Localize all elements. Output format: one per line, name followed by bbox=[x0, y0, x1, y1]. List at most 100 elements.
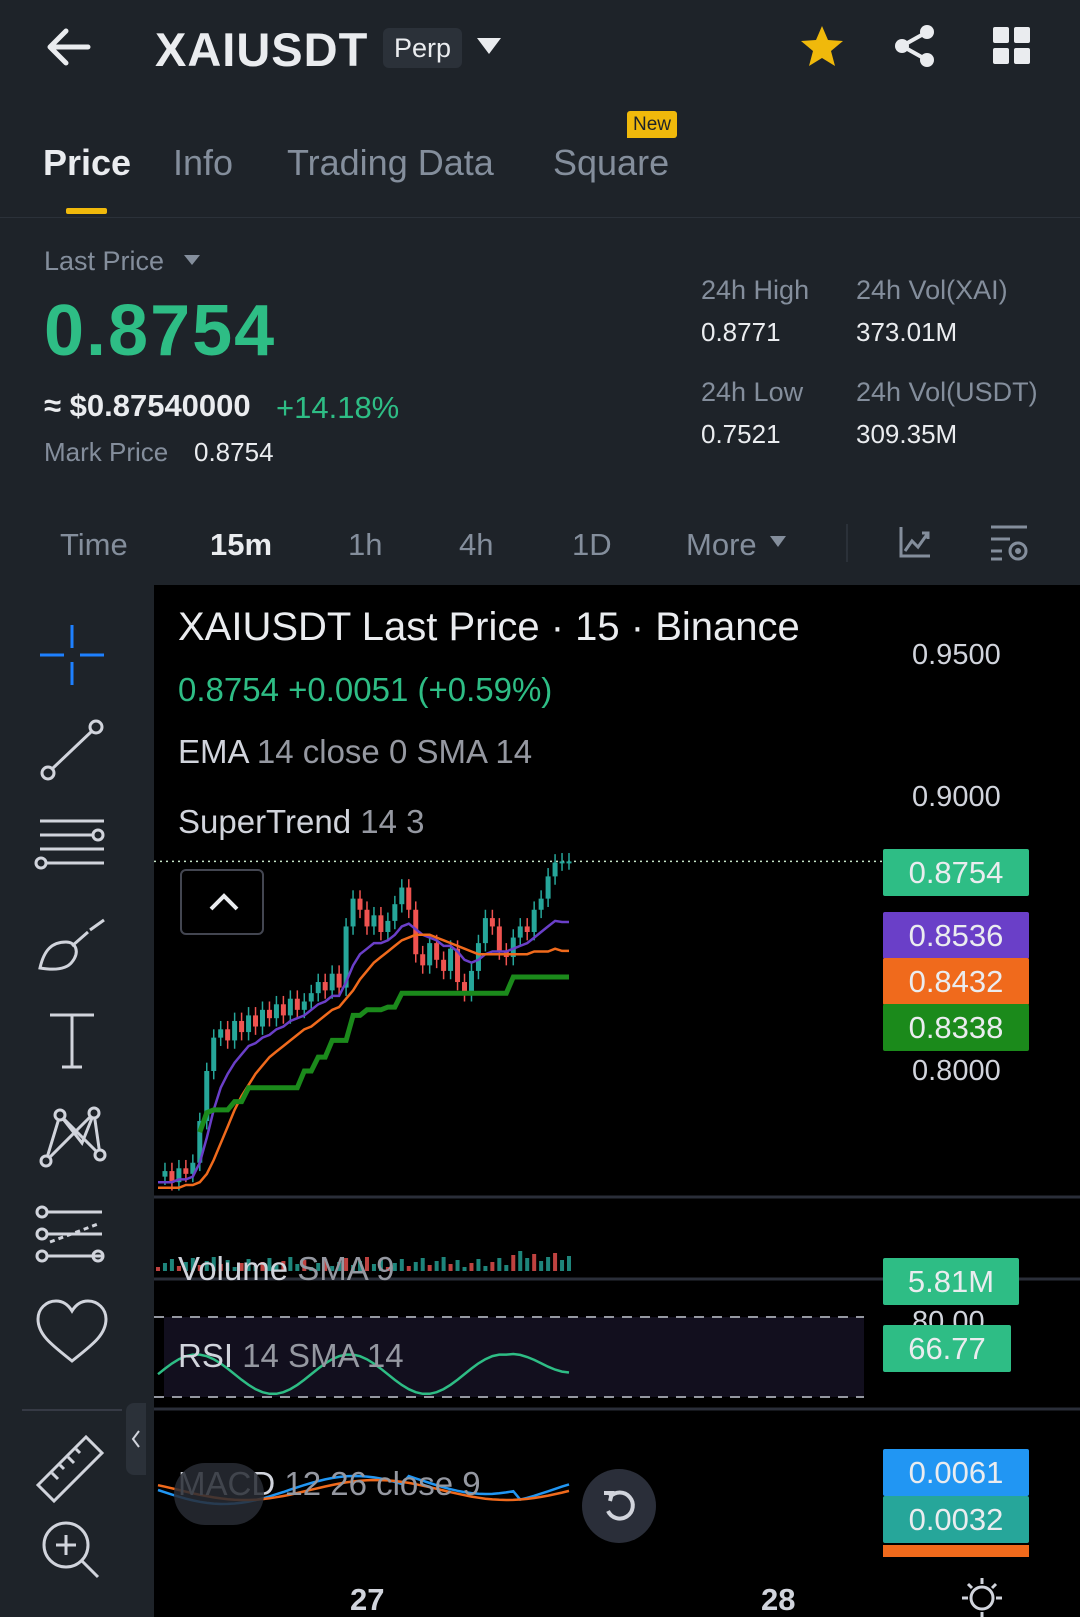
candle-body bbox=[524, 926, 530, 932]
candle-body bbox=[308, 993, 314, 1002]
volume-bar bbox=[497, 1258, 502, 1271]
heart-icon[interactable] bbox=[32, 1297, 112, 1367]
mark-price-value: 0.8754 bbox=[194, 437, 274, 467]
volume-bar bbox=[427, 1265, 432, 1271]
price-change-percent: +14.18% bbox=[276, 390, 400, 425]
supertrend-label: SuperTrend bbox=[178, 803, 352, 840]
timeframe-divider bbox=[846, 524, 848, 562]
more-caret-icon[interactable] bbox=[769, 535, 787, 548]
fib-lines-icon[interactable] bbox=[32, 813, 112, 883]
legend-collapse-button[interactable] bbox=[180, 869, 264, 935]
vol-base-value: 373.01M bbox=[856, 317, 958, 347]
share-icon[interactable] bbox=[893, 24, 937, 68]
chart-canvas[interactable]: XAIUSDT Last Price · 15 · Binance 0.8754… bbox=[154, 585, 1080, 1617]
sma-tag: 0.8432 bbox=[883, 958, 1029, 1005]
star-icon[interactable] bbox=[799, 24, 845, 68]
volume-bar bbox=[511, 1255, 516, 1271]
candle-body bbox=[399, 887, 405, 905]
volume-bar bbox=[532, 1254, 537, 1271]
candle-body bbox=[545, 876, 551, 899]
text-tool-icon[interactable] bbox=[32, 1005, 112, 1075]
symbol-title[interactable]: XAIUSDT bbox=[155, 22, 368, 77]
candle-body bbox=[287, 998, 293, 1016]
reset-chart-button[interactable] bbox=[582, 1469, 656, 1543]
chart-settings-icon[interactable] bbox=[988, 522, 1030, 564]
rsi-label: RSI bbox=[178, 1337, 234, 1374]
candle-body bbox=[239, 1020, 245, 1033]
candle-body bbox=[225, 1029, 231, 1041]
trend-line-icon[interactable] bbox=[32, 715, 112, 785]
candle-body bbox=[273, 1004, 279, 1019]
volume-bar bbox=[504, 1265, 509, 1271]
crosshair-icon[interactable] bbox=[32, 620, 112, 690]
pattern-tool-icon[interactable] bbox=[32, 1103, 112, 1173]
back-arrow-icon[interactable] bbox=[44, 27, 92, 67]
price-axis-label: 0.9000 bbox=[912, 781, 1001, 813]
supertrend-legend[interactable]: SuperTrend 14 3 bbox=[178, 803, 424, 841]
ruler-icon[interactable] bbox=[32, 1435, 112, 1505]
candle-body bbox=[468, 970, 474, 994]
candle-body bbox=[259, 1009, 265, 1027]
toolbar-collapse-tab[interactable] bbox=[126, 1403, 146, 1475]
volume-bar bbox=[406, 1266, 411, 1271]
dropdown-caret-icon[interactable] bbox=[475, 36, 503, 56]
sun-settings-icon[interactable] bbox=[960, 1576, 1004, 1617]
vol-base-label: 24h Vol(XAI) bbox=[856, 275, 1008, 305]
tab-square[interactable]: Square bbox=[553, 142, 669, 184]
candle-body bbox=[315, 982, 321, 994]
price-axis-label: 0.8000 bbox=[912, 1055, 1001, 1087]
tab-price[interactable]: Price bbox=[43, 142, 131, 184]
last-price-value: 0.8754 bbox=[44, 291, 277, 371]
candle-body bbox=[427, 943, 433, 966]
tab-trading-data[interactable]: Trading Data bbox=[287, 142, 494, 184]
ohlc-summary: 0.8754 +0.0051 (+0.59%) bbox=[178, 671, 553, 708]
volume-bar bbox=[434, 1261, 439, 1271]
volume-bar bbox=[441, 1257, 446, 1271]
toolbar-divider bbox=[22, 1409, 122, 1411]
active-tab-indicator bbox=[66, 208, 107, 214]
tab-info[interactable]: Info bbox=[173, 142, 233, 184]
tf-1d[interactable]: 1D bbox=[572, 527, 612, 563]
candle-body bbox=[162, 1171, 168, 1177]
rsi-tag: 66.77 bbox=[883, 1325, 1011, 1372]
low-24h-label: 24h Low bbox=[701, 377, 804, 407]
mark-price-label: Mark Price bbox=[44, 437, 169, 467]
candle-body bbox=[559, 861, 565, 864]
forecast-tool-icon[interactable] bbox=[32, 1200, 112, 1270]
volume-legend[interactable]: Volume SMA 9 bbox=[178, 1250, 394, 1288]
tf-1h[interactable]: 1h bbox=[348, 527, 382, 563]
volume-bar bbox=[399, 1259, 404, 1271]
volume-bar bbox=[469, 1263, 474, 1271]
candle-body bbox=[448, 948, 454, 971]
candle-body bbox=[266, 1009, 272, 1019]
last-price-label[interactable]: Last Price bbox=[44, 246, 164, 277]
grid-icon[interactable] bbox=[993, 27, 1031, 65]
indicator-chart-icon[interactable] bbox=[898, 525, 932, 559]
candle-body bbox=[301, 1001, 307, 1010]
candle-body bbox=[385, 920, 391, 932]
histogram-tag-cut bbox=[883, 1545, 1029, 1557]
volume-bar bbox=[156, 1267, 160, 1271]
candle-body bbox=[420, 954, 426, 966]
tf-time[interactable]: Time bbox=[60, 527, 128, 563]
vol-quote-value: 309.35M bbox=[856, 419, 958, 449]
zoom-in-icon[interactable] bbox=[32, 1515, 112, 1585]
last-price-caret-icon[interactable] bbox=[182, 253, 202, 267]
candle-body bbox=[392, 904, 398, 921]
top-bar: XAIUSDT Perp bbox=[0, 0, 1080, 100]
new-badge: New bbox=[627, 111, 678, 138]
high-24h-label: 24h High bbox=[701, 275, 810, 305]
contract-type-badge: Perp bbox=[383, 28, 463, 68]
volume-bar bbox=[560, 1260, 565, 1271]
ema-legend[interactable]: EMA 14 close 0 SMA 14 bbox=[178, 733, 532, 771]
supertrend-params: 14 3 bbox=[360, 803, 425, 840]
tf-more[interactable]: More bbox=[686, 527, 757, 563]
date-axis-label: 28 bbox=[761, 1582, 796, 1617]
rsi-legend[interactable]: RSI 14 SMA 14 bbox=[178, 1337, 404, 1375]
tf-4h[interactable]: 4h bbox=[459, 527, 493, 563]
volume-bar bbox=[546, 1257, 551, 1271]
tf-15m[interactable]: 15m bbox=[210, 527, 272, 563]
brush-icon[interactable] bbox=[32, 910, 112, 980]
candle-body bbox=[211, 1037, 217, 1071]
last-price-tag: 0.8754 bbox=[883, 849, 1029, 896]
